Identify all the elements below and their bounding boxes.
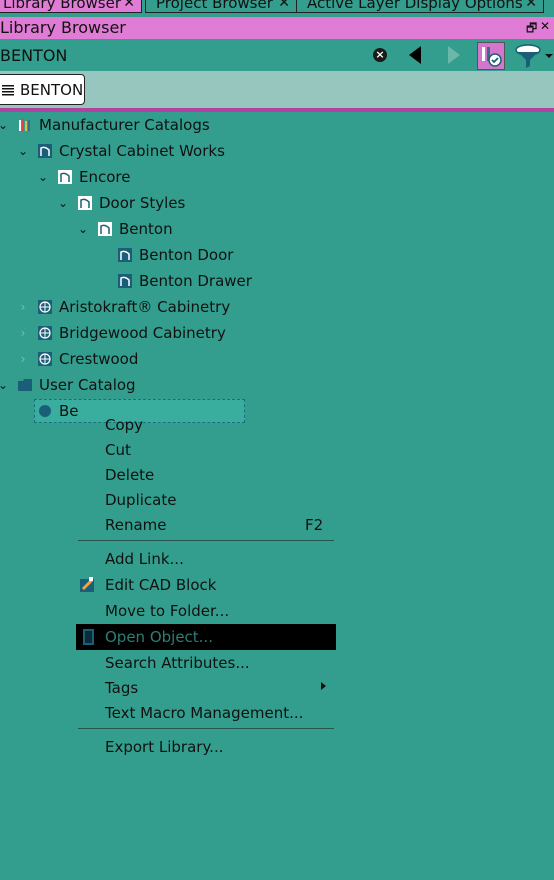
list-icon [2,85,14,96]
close-circle-icon[interactable]: × [373,48,387,62]
tree-item-manufacturer-catalogs[interactable]: ⌄ Manufacturer Catalogs [0,113,554,137]
tree-item-aristokraft[interactable]: › Aristokraft® Cabinetry [0,295,554,319]
tab-project-browser[interactable]: Project Browser ✕ [145,0,297,13]
tree-item-user-catalog[interactable]: ⌄ User Catalog [0,373,554,397]
menu-item-tags[interactable]: Tags [105,678,138,698]
tree-item-label: Benton Door [139,246,234,264]
chevron-down-icon[interactable]: ⌄ [0,373,10,397]
tree-item-bridgewood[interactable]: › Bridgewood Cabinetry [0,321,554,345]
tree-item-label: Encore [79,168,131,186]
menu-item-export-library[interactable]: Export Library... [105,737,223,757]
library-tools-icon [482,47,502,67]
menu-separator [78,728,334,729]
folder-blue-icon [58,170,72,184]
tree-item-door-styles[interactable]: ⌄ Door Styles [0,191,554,215]
menu-item-add-link[interactable]: Add Link... [105,549,184,569]
catalogs-icon [19,119,30,131]
tab-label: Library Browser [3,0,122,12]
globe-icon [38,300,52,314]
filter-dropdown-button[interactable] [514,42,554,70]
menu-item-edit-cad-block[interactable]: Edit CAD Block [105,575,216,595]
chevron-right-icon[interactable]: › [16,295,30,319]
folder-blue-icon [38,144,52,158]
folder-blue-icon [98,222,112,236]
search-result-chip[interactable]: BENTON [0,74,85,105]
cad-block-icon [80,577,94,592]
submenu-arrow-icon [321,682,326,690]
tree-item-label: Benton Drawer [139,272,252,290]
tree-item-label: User Catalog [39,376,136,394]
search-result-label: BENTON [20,81,84,99]
panel-title: Library Browser [0,18,126,37]
tree-item-label: Manufacturer Catalogs [39,116,210,134]
menu-item-open-object[interactable]: Open Object... [105,627,213,647]
cabinet-door-icon [118,248,132,262]
tree-item-benton[interactable]: ⌄ Benton [0,217,554,241]
divider [0,108,554,112]
tree-item-crystal-cabinet-works[interactable]: ⌄ Crystal Cabinet Works [0,139,554,163]
object-dot-icon [39,405,51,417]
menu-item-duplicate[interactable]: Duplicate [105,490,176,510]
folder-icon [18,379,32,391]
folder-blue-icon [78,196,92,210]
globe-icon [38,352,52,366]
chevron-right-icon[interactable]: › [16,347,30,371]
tree-item-label: Aristokraft® Cabinetry [59,298,231,316]
back-arrow-icon[interactable] [409,46,421,64]
menu-item-cut[interactable]: Cut [105,440,131,460]
filter-funnel-icon [515,44,553,68]
chevron-down-icon[interactable]: ⌄ [56,191,70,215]
tree-item-label: Bridgewood Cabinetry [59,324,226,342]
tree-item-benton-door[interactable]: Benton Door [0,243,554,267]
chevron-down-icon[interactable]: ⌄ [0,113,10,137]
library-filter-toggle-button[interactable] [477,42,505,70]
chevron-down-icon[interactable]: ⌄ [16,139,30,163]
chevron-down-icon[interactable]: ⌄ [76,217,90,241]
open-object-icon [83,629,94,645]
menu-item-search-attributes[interactable]: Search Attributes... [105,653,250,673]
close-icon[interactable]: ✕ [123,0,135,12]
menu-item-rename[interactable]: Rename [105,515,167,535]
globe-icon [38,326,52,340]
tab-library-browser[interactable]: Library Browser ✕ [0,0,142,13]
tab-label: Project Browser [156,0,273,12]
menu-item-delete[interactable]: Delete [105,465,154,485]
menu-shortcut-rename: F2 [305,516,324,534]
tree-item-label: Benton [119,220,173,238]
menu-item-text-macro-management[interactable]: Text Macro Management... [105,703,303,723]
chevron-right-icon[interactable]: › [16,321,30,345]
close-panel-icon[interactable]: ✕ [540,19,550,33]
tab-label: Active Layer Display Options [307,0,523,12]
tree-item-crestwood[interactable]: › Crestwood [0,347,554,371]
menu-separator [78,540,334,541]
tree-item-encore[interactable]: ⌄ Encore [0,165,554,189]
tree-item-label: Crystal Cabinet Works [59,142,225,160]
tab-strip: Library Browser ✕ Project Browser ✕ Acti… [0,0,554,14]
close-icon[interactable]: ✕ [278,0,290,12]
search-value: BENTON [0,46,68,65]
search-input[interactable]: BENTON [0,43,394,67]
tab-active-layer-display-options[interactable]: Active Layer Display Options ✕ [296,0,544,13]
chevron-down-icon[interactable]: ⌄ [36,165,50,189]
close-icon[interactable]: ✕ [525,0,537,12]
menu-item-copy[interactable]: Copy [105,415,143,435]
tree-item-label: Crestwood [59,350,139,368]
float-window-icon[interactable]: 🗗 [526,19,537,40]
menu-item-move-to-folder[interactable]: Move to Folder... [105,601,229,621]
tree-item-benton-drawer[interactable]: Benton Drawer [0,269,554,293]
forward-arrow-icon[interactable] [448,46,460,64]
tree-item-label: Door Styles [99,194,186,212]
panel-title-bar: Library Browser 🗗 ✕ [0,17,554,39]
cabinet-door-icon [118,274,132,288]
